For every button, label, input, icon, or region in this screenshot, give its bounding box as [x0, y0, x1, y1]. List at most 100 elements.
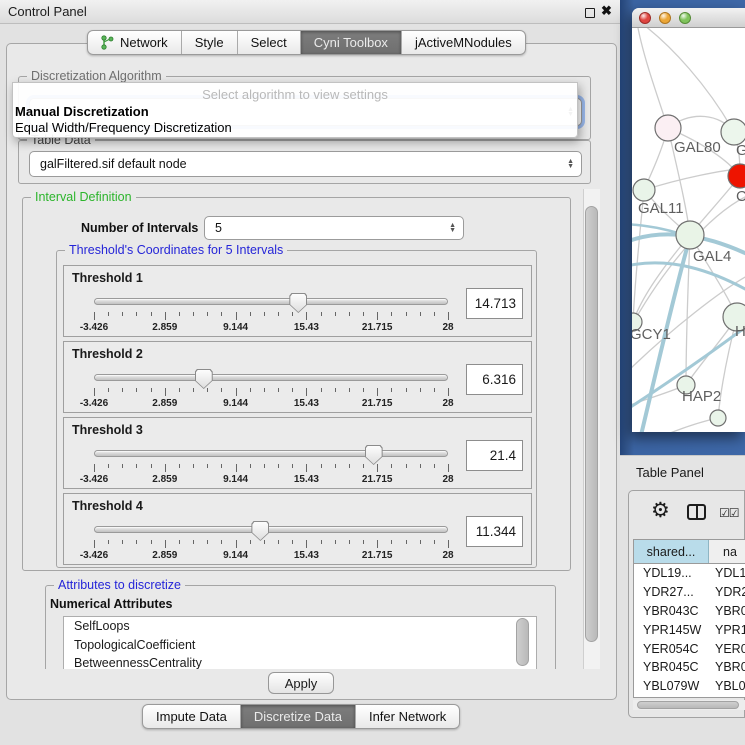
slider-tick	[278, 464, 279, 468]
slider-tick	[363, 540, 364, 544]
network-node[interactable]	[728, 164, 745, 188]
slider-thumb[interactable]	[289, 293, 307, 313]
table-hscrollbar-thumb[interactable]	[637, 701, 739, 709]
slider-track[interactable]	[94, 298, 448, 305]
dropdown-option-manual-discretization[interactable]: Manual Discretization	[15, 104, 149, 119]
table-header-row: shared... na	[634, 540, 745, 564]
close-traffic-light-icon[interactable]	[639, 12, 651, 24]
network-window-titlebar[interactable]	[632, 8, 745, 28]
table-data-group: Table Data galFiltered.sif default node …	[18, 140, 591, 184]
zoom-traffic-light-icon[interactable]	[679, 12, 691, 24]
tab-cyni-toolbox[interactable]: Cyni Toolbox	[301, 31, 402, 54]
threshold-value-field[interactable]: 6.316	[466, 364, 523, 395]
slider-thumb[interactable]	[251, 521, 269, 541]
threshold-value-field[interactable]: 11.344	[466, 516, 523, 547]
table-cell-name[interactable]: YBR0	[709, 658, 745, 677]
tab-discretize-data[interactable]: Discretize Data	[241, 705, 356, 728]
table-cell-shared-name[interactable]: YER054C	[634, 639, 709, 658]
slider-tick	[165, 540, 166, 548]
network-edge[interactable]	[638, 28, 668, 128]
slider-track[interactable]	[94, 526, 448, 533]
slider-thumb[interactable]	[195, 369, 213, 389]
network-node[interactable]	[710, 410, 726, 426]
slider-thumb[interactable]	[365, 445, 383, 465]
slider-tick	[250, 388, 251, 392]
attributes-group: Attributes to discretize Numerical Attri…	[45, 585, 556, 669]
network-node[interactable]	[633, 179, 655, 201]
table-hscrollbar-track[interactable]	[633, 700, 745, 710]
attribute-list-item[interactable]: BetweennessCentrality	[64, 654, 536, 669]
slider-track[interactable]	[94, 450, 448, 457]
table-cell-shared-name[interactable]: YDL19...	[634, 564, 709, 583]
network-edge[interactable]	[686, 235, 690, 385]
numerical-attributes-list[interactable]: SelfLoopsTopologicalCoefficientBetweenne…	[63, 616, 537, 669]
slider-tick-label: 15.43	[294, 474, 319, 485]
table-row[interactable]: YBR045CYBR0	[634, 658, 745, 677]
table-cell-name[interactable]: YER0	[709, 639, 745, 658]
slider-tick	[108, 540, 109, 544]
threshold-slider[interactable]: -3.4262.8599.14415.4321.71528	[94, 524, 448, 564]
threshold-slider[interactable]: -3.4262.8599.14415.4321.71528	[94, 296, 448, 336]
table-cell-name[interactable]: YPR1	[709, 620, 745, 639]
tab-network[interactable]: Network	[88, 31, 182, 54]
tab-infer-network[interactable]: Infer Network	[356, 705, 459, 728]
table-row[interactable]: YLR345WYLR3	[634, 696, 745, 698]
table-data-combobox[interactable]: galFiltered.sif default node ▲▼	[29, 151, 582, 177]
column-header-name[interactable]: na	[709, 540, 745, 563]
main-scrollbar-thumb[interactable]	[585, 206, 598, 642]
table-cell-name[interactable]: YBR0	[709, 602, 745, 621]
network-canvas[interactable]: GAL80GACGAL11GAL4GCY1HHAP2	[632, 28, 745, 432]
table-row[interactable]: YER054CYER0	[634, 639, 745, 658]
number-of-intervals-combobox[interactable]: 5 ▲▼	[204, 216, 464, 240]
slider-tick	[377, 312, 378, 320]
slider-track[interactable]	[94, 374, 448, 381]
apply-button[interactable]: Apply	[268, 672, 334, 694]
network-node[interactable]	[676, 221, 704, 249]
table-cell-name[interactable]: YDR2	[709, 583, 745, 602]
table-row[interactable]: YBR043CYBR0	[634, 602, 745, 621]
tab-style-label: Style	[195, 35, 224, 50]
split-panel-icon[interactable]	[687, 504, 706, 520]
dropdown-option-equal-width-frequency[interactable]: Equal Width/Frequency Discretization	[15, 120, 232, 135]
threshold-value-field[interactable]: 14.713	[466, 288, 523, 319]
float-window-icon[interactable]	[585, 8, 595, 18]
table-cell-shared-name[interactable]: YPR145W	[634, 620, 709, 639]
minimize-traffic-light-icon[interactable]	[659, 12, 671, 24]
threshold-slider[interactable]: -3.4262.8599.14415.4321.71528	[94, 372, 448, 412]
table-row[interactable]: YDL19...YDL1	[634, 564, 745, 583]
slider-tick	[193, 464, 194, 468]
table-cell-name[interactable]: YDL1	[709, 564, 745, 583]
tab-select[interactable]: Select	[238, 31, 301, 54]
network-edge[interactable]	[640, 28, 734, 132]
tab-jactivemnodules[interactable]: jActiveMNodules	[402, 31, 525, 54]
slider-tick	[193, 540, 194, 544]
column-checkbox-icons[interactable]: ☑☑	[719, 506, 739, 520]
table-cell-shared-name[interactable]: YDR27...	[634, 583, 709, 602]
threshold-coordinates-group-label: Threshold's Coordinates for 5 Intervals	[65, 243, 287, 258]
table-cell-shared-name[interactable]: YBR043C	[634, 602, 709, 621]
slider-tick	[207, 464, 208, 468]
node-table[interactable]: shared... na YDL19...YDL1YDR27...YDR2YBR…	[633, 539, 745, 698]
table-cell-name[interactable]: YLR3	[709, 696, 745, 698]
gear-icon[interactable]: ⚙	[651, 500, 670, 521]
table-cell-shared-name[interactable]: YLR345W	[634, 696, 709, 698]
slider-tick-label: 21.715	[362, 550, 393, 561]
table-row[interactable]: YPR145WYPR1	[634, 620, 745, 639]
threshold-slider[interactable]: -3.4262.8599.14415.4321.71528	[94, 448, 448, 488]
attribute-list-item[interactable]: TopologicalCoefficient	[64, 636, 536, 655]
close-icon[interactable]: ✖	[601, 3, 612, 19]
table-cell-shared-name[interactable]: YBL079W	[634, 677, 709, 696]
table-row[interactable]: YDR27...YDR2	[634, 583, 745, 602]
table-cell-shared-name[interactable]: YBR045C	[634, 658, 709, 677]
column-header-shared-name[interactable]: shared...	[634, 540, 709, 563]
table-cell-name[interactable]: YBL0	[709, 677, 745, 696]
tab-style[interactable]: Style	[182, 31, 238, 54]
threshold-value-field[interactable]: 21.4	[466, 440, 523, 471]
network-view-window[interactable]: GAL80GACGAL11GAL4GCY1HHAP2	[632, 8, 745, 432]
attribute-list-item[interactable]: SelfLoops	[64, 617, 536, 636]
attributes-list-scrollbar[interactable]	[516, 618, 529, 666]
table-row[interactable]: YBL079WYBL0	[634, 677, 745, 696]
slider-tick	[122, 312, 123, 316]
tab-impute-data[interactable]: Impute Data	[143, 705, 241, 728]
network-node[interactable]	[655, 115, 681, 141]
